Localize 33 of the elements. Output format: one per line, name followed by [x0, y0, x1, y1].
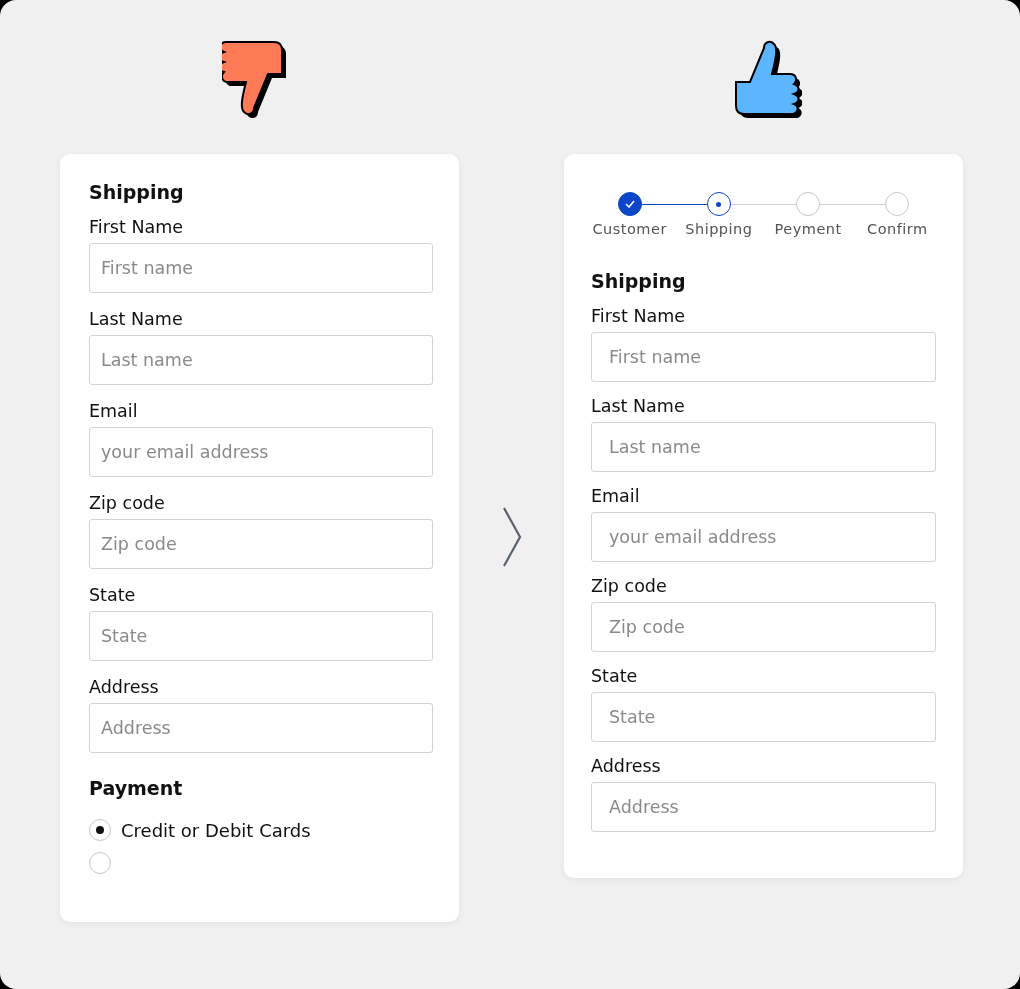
- field-label: Address: [89, 677, 160, 697]
- input-field[interactable]: Zip code: [591, 602, 936, 652]
- chevron-right-icon: [500, 506, 523, 568]
- input-field[interactable]: Zip code: [89, 519, 433, 569]
- input-field[interactable]: Last name: [89, 335, 433, 385]
- input-field[interactable]: your email address: [89, 427, 433, 477]
- step-label: Peyment: [774, 221, 842, 237]
- input-field[interactable]: Address: [89, 703, 433, 753]
- field-label: Zip code: [591, 576, 668, 596]
- field-label: State: [89, 585, 137, 605]
- field-label: State: [591, 666, 639, 686]
- input-field[interactable]: First name: [89, 243, 433, 293]
- field-label: Email: [591, 486, 641, 506]
- section-title: Shipping: [89, 181, 185, 203]
- field-label: First Name: [591, 306, 687, 326]
- field-label: Last Name: [591, 396, 686, 416]
- step-label: Confirm: [867, 221, 928, 237]
- option-label: Credit or Debit Cards: [121, 819, 311, 841]
- input-field[interactable]: Last name: [591, 422, 936, 472]
- input-field[interactable]: First name: [591, 332, 936, 382]
- section-title: Payment: [89, 777, 184, 799]
- section-title: Shipping: [591, 270, 687, 292]
- field-label: First Name: [89, 217, 185, 237]
- input-field[interactable]: Address: [591, 782, 936, 832]
- input-field[interactable]: your email address: [591, 512, 936, 562]
- input-field[interactable]: State: [591, 692, 936, 742]
- step-label: Shipping: [685, 221, 753, 237]
- field-label: Last Name: [89, 309, 184, 329]
- step-label: Customer: [592, 221, 667, 237]
- input-field[interactable]: State: [89, 611, 433, 661]
- field-label: Zip code: [89, 493, 166, 513]
- field-label: Address: [591, 756, 662, 776]
- field-label: Email: [89, 401, 139, 421]
